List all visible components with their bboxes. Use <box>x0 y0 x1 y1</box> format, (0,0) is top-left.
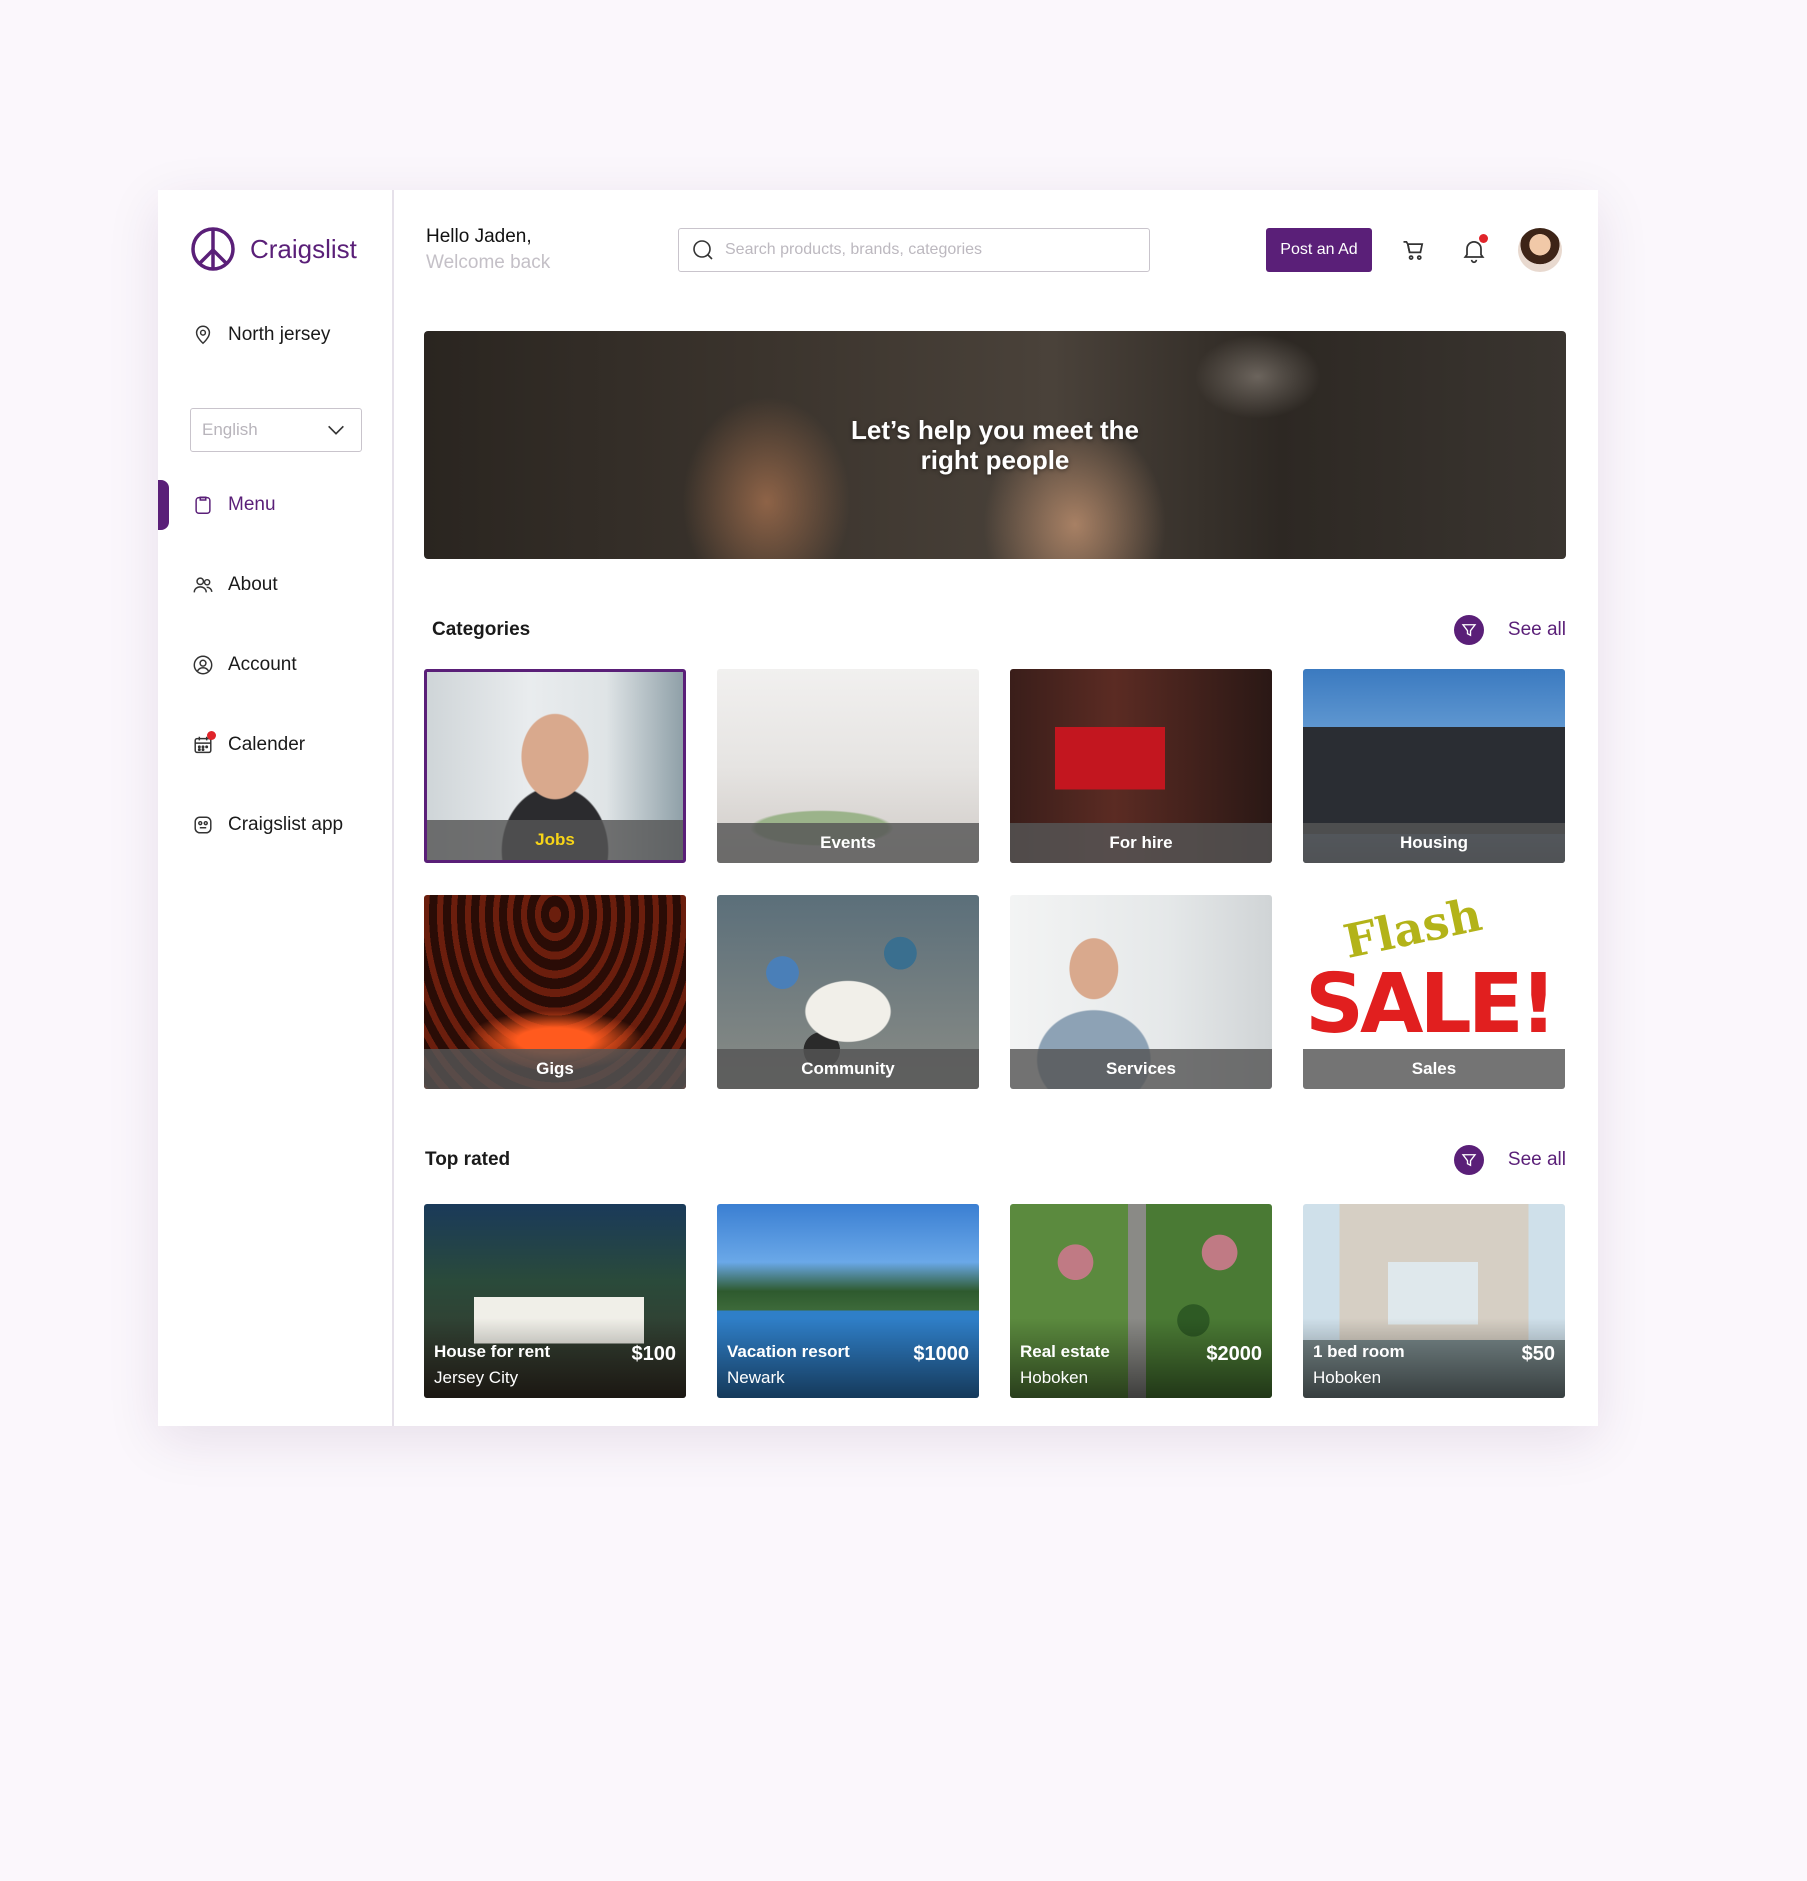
categories-header: Categories See all <box>424 610 1566 650</box>
listing-title: Vacation resort <box>727 1342 850 1361</box>
category-card-services[interactable]: Services <box>1010 895 1272 1089</box>
category-label: Sales <box>1303 1049 1565 1089</box>
category-card-gigs[interactable]: Gigs <box>424 895 686 1089</box>
brand-name: Craigslist <box>250 233 357 264</box>
sidebar-item-menu[interactable]: Menu <box>158 480 392 530</box>
post-ad-button[interactable]: Post an Ad <box>1266 228 1372 272</box>
search-icon <box>693 240 713 260</box>
listing-price: $100 <box>631 1343 677 1365</box>
category-label: Services <box>1010 1049 1272 1089</box>
users-icon <box>192 574 214 596</box>
location-label: North jersey <box>228 324 331 345</box>
avatar[interactable] <box>1518 228 1562 272</box>
categories-grid: Jobs Events For hire Housing Gigs Commun… <box>424 669 1566 1089</box>
categories-see-all-link[interactable]: See all <box>1508 619 1566 641</box>
calendar-icon <box>192 731 216 756</box>
category-card-sales[interactable]: Flash SALE! Sales <box>1303 895 1565 1089</box>
listing-title: House for rent <box>434 1342 551 1361</box>
greeting-welcome: Welcome back <box>426 252 551 273</box>
listing-title: 1 bed room <box>1313 1342 1405 1361</box>
app-window: Craigslist North jersey English Menu Abo… <box>158 190 1598 1426</box>
listing-card[interactable]: Vacation resort Newark $1000 <box>717 1204 979 1398</box>
listing-location: Hoboken <box>1313 1368 1382 1387</box>
category-label: Housing <box>1303 823 1565 863</box>
sidebar-item-label: Craigslist app <box>228 814 344 835</box>
category-label: Community <box>717 1049 979 1089</box>
search-bar[interactable] <box>678 228 1150 272</box>
filter-icon[interactable] <box>1453 615 1484 645</box>
greeting-hello: Hello Jaden, <box>426 226 532 247</box>
listing-location: Jersey City <box>434 1368 519 1387</box>
listing-location: Newark <box>727 1368 785 1387</box>
language-value: English <box>202 420 258 439</box>
listing-price: $2000 <box>1206 1343 1262 1365</box>
sidebar-item-account[interactable]: Account <box>158 640 392 690</box>
app-icon <box>192 814 214 836</box>
top-rated-grid: House for rent Jersey City $100 Vacation… <box>424 1204 1566 1398</box>
listing-card[interactable]: House for rent Jersey City $100 <box>424 1204 686 1398</box>
peace-logo-icon <box>191 227 235 271</box>
active-indicator <box>158 480 169 530</box>
top-rated-title: Top rated <box>425 1149 511 1170</box>
category-card-housing[interactable]: Housing <box>1303 669 1565 863</box>
category-label: For hire <box>1010 823 1272 863</box>
sidebar-item-label: Account <box>228 654 297 675</box>
hero-title: Let’s help you meet the right people <box>851 415 1139 475</box>
chevron-down-icon <box>328 425 344 435</box>
sidebar-item-label: Menu <box>228 494 276 515</box>
user-circle-icon <box>192 654 214 676</box>
listing-title: Real estate <box>1020 1342 1110 1361</box>
category-card-events[interactable]: Events <box>717 669 979 863</box>
greeting: Hello Jaden, Welcome back <box>426 226 550 274</box>
sidebar-item-label: About <box>228 574 278 595</box>
listing-price: $50 <box>1521 1343 1555 1365</box>
clipboard-icon <box>192 494 214 516</box>
listing-card[interactable]: Real estate Hoboken $2000 <box>1010 1204 1272 1398</box>
sidebar-nav: Menu About Account Calender Craigslist a… <box>158 480 392 880</box>
sale-image-sale-text: SALE! <box>1305 957 1557 1052</box>
main-content: Hello Jaden, Welcome back Post an Ad <box>394 190 1598 1426</box>
category-card-jobs[interactable]: Jobs <box>424 669 686 863</box>
language-select[interactable]: English <box>190 408 362 452</box>
category-label: Jobs <box>427 820 683 860</box>
sidebar: Craigslist North jersey English Menu Abo… <box>158 190 394 1426</box>
top-rated-header: Top rated See all <box>424 1140 1566 1180</box>
filter-icon[interactable] <box>1453 1145 1484 1175</box>
listing-price: $1000 <box>913 1343 969 1365</box>
category-card-community[interactable]: Community <box>717 895 979 1089</box>
search-input[interactable] <box>725 241 1125 259</box>
location-selector[interactable]: North jersey <box>192 324 330 346</box>
logo[interactable]: Craigslist <box>190 226 357 272</box>
category-label: Gigs <box>424 1049 686 1089</box>
category-label: Events <box>717 823 979 863</box>
top-rated-actions: See all <box>1453 1145 1566 1175</box>
categories-title: Categories <box>432 619 531 640</box>
listing-location: Hoboken <box>1020 1368 1089 1387</box>
hero-banner: Let’s help you meet the right people <box>424 331 1566 559</box>
notification-dot <box>207 731 216 740</box>
sidebar-item-calender[interactable]: Calender <box>158 720 392 770</box>
sidebar-item-craigslist-app[interactable]: Craigslist app <box>158 800 392 850</box>
listing-card[interactable]: 1 bed room Hoboken $50 <box>1303 1204 1565 1398</box>
sidebar-item-label: Calender <box>228 734 306 755</box>
cart-icon[interactable] <box>1400 236 1428 264</box>
top-rated-see-all-link[interactable]: See all <box>1508 1149 1566 1171</box>
categories-actions: See all <box>1453 615 1566 645</box>
bell-icon[interactable] <box>1460 234 1488 264</box>
map-pin-icon <box>192 324 214 346</box>
sidebar-item-about[interactable]: About <box>158 560 392 610</box>
notification-dot <box>1479 234 1488 243</box>
category-card-for-hire[interactable]: For hire <box>1010 669 1272 863</box>
